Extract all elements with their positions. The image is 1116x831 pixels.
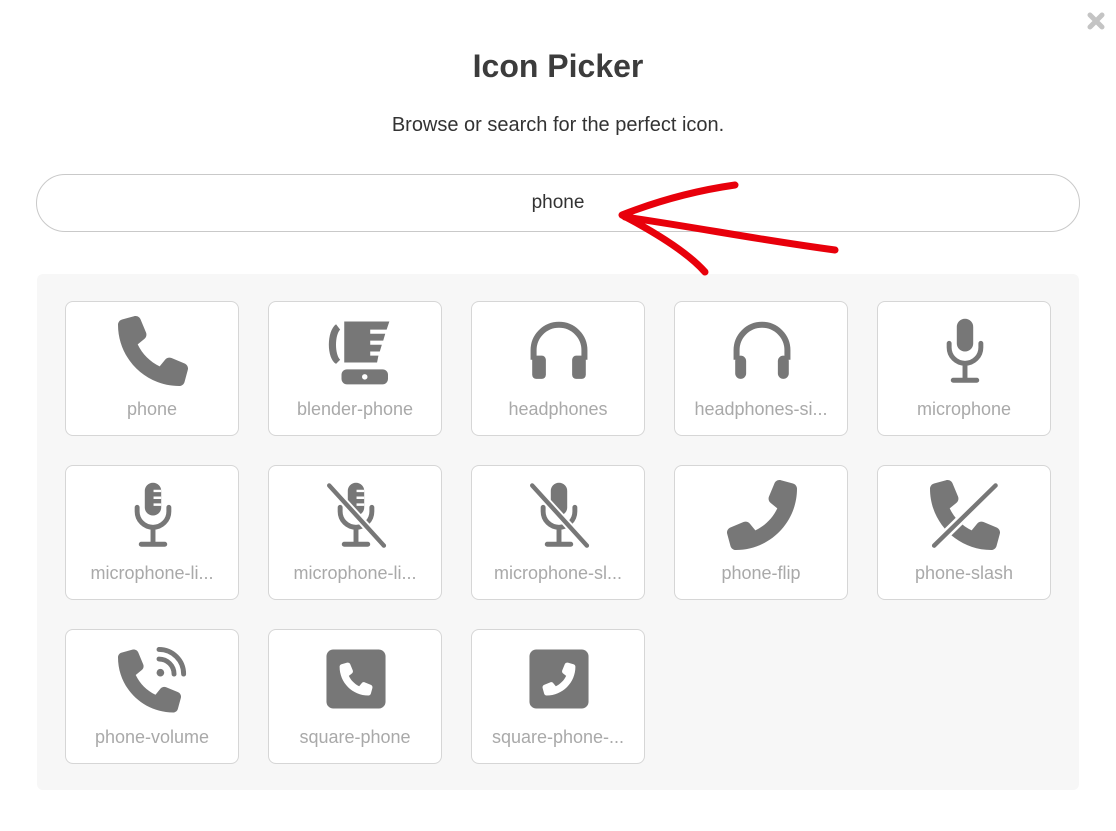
icon-card-microphone[interactable]: microphone <box>877 301 1051 436</box>
icon-card-phone-slash[interactable]: phone-slash <box>877 465 1051 600</box>
headphones-icon <box>530 321 588 379</box>
icon-card-square-phone[interactable]: square-phone <box>268 629 442 764</box>
icon-label: phone <box>126 399 178 419</box>
microphone-icon <box>946 318 984 383</box>
icon-card-microphone-lines[interactable]: microphone-li... <box>65 465 239 600</box>
icon-card-microphone-lines-slash[interactable]: microphone-li... <box>268 465 442 600</box>
icon-card-microphone-slash[interactable]: microphone-sl... <box>471 465 645 600</box>
icon-grid: phone blender-phone headphones headphones-s… <box>37 274 1079 790</box>
icon-label: microphone-sl... <box>493 563 623 583</box>
icon-card-headphones[interactable]: headphones <box>471 301 645 436</box>
microphone-lines-icon <box>134 482 172 547</box>
phone-slash-icon <box>930 480 1000 550</box>
icon-label: microphone-li... <box>293 563 417 583</box>
icon-card-headphones-simple[interactable]: headphones-si... <box>674 301 848 436</box>
icon-card-phone-volume[interactable]: phone-volume <box>65 629 239 764</box>
square-phone-icon <box>326 649 386 709</box>
icon-label: phone-volume <box>94 727 210 747</box>
icon-label: phone-slash <box>914 563 1014 583</box>
icon-label: blender-phone <box>296 399 414 419</box>
icon-card-blender-phone[interactable]: blender-phone <box>268 301 442 436</box>
icon-label: phone-flip <box>721 563 801 583</box>
icon-label: square-phone <box>299 727 411 747</box>
close-icon[interactable] <box>1087 12 1105 30</box>
subtitle: Browse or search for the perfect icon. <box>391 114 725 136</box>
phone-flip-icon <box>727 480 797 550</box>
microphone-slash-icon <box>529 482 590 549</box>
icon-label: square-phone-... <box>491 727 625 747</box>
icon-card-square-phone-flip[interactable]: square-phone-... <box>471 629 645 764</box>
page-title: Icon Picker <box>472 48 644 84</box>
search-input[interactable] <box>36 174 1080 232</box>
phone-icon <box>118 316 188 386</box>
icon-label: headphones-si... <box>694 399 828 419</box>
square-phone-flip-icon <box>529 649 589 709</box>
blender-phone-icon <box>328 321 390 385</box>
icon-label: microphone <box>916 399 1012 419</box>
icon-label: headphones <box>508 399 608 419</box>
icon-label: microphone-li... <box>90 563 214 583</box>
icon-card-phone-flip[interactable]: phone-flip <box>674 465 848 600</box>
microphone-lines-slash-icon <box>326 482 387 549</box>
icon-card-phone[interactable]: phone <box>65 301 239 436</box>
headphones-simple-icon <box>733 321 791 379</box>
phone-volume-icon <box>118 647 187 713</box>
